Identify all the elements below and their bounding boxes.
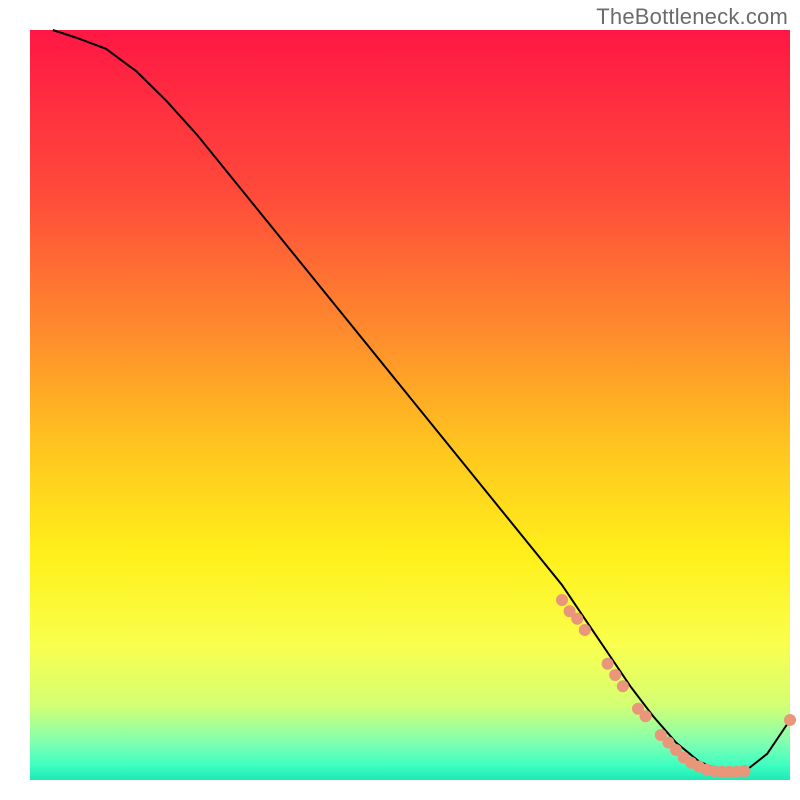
highlighted-point (784, 714, 796, 726)
highlighted-point (738, 765, 750, 777)
bottleneck-chart (0, 0, 800, 800)
highlighted-point (640, 710, 652, 722)
highlighted-point (556, 594, 568, 606)
highlighted-point (617, 680, 629, 692)
highlighted-point (609, 669, 621, 681)
plot-background (30, 30, 790, 780)
chart-container: TheBottleneck.com (0, 0, 800, 800)
highlighted-point (602, 658, 614, 670)
highlighted-point (571, 613, 583, 625)
watermark-text: TheBottleneck.com (596, 4, 788, 30)
highlighted-point (579, 624, 591, 636)
